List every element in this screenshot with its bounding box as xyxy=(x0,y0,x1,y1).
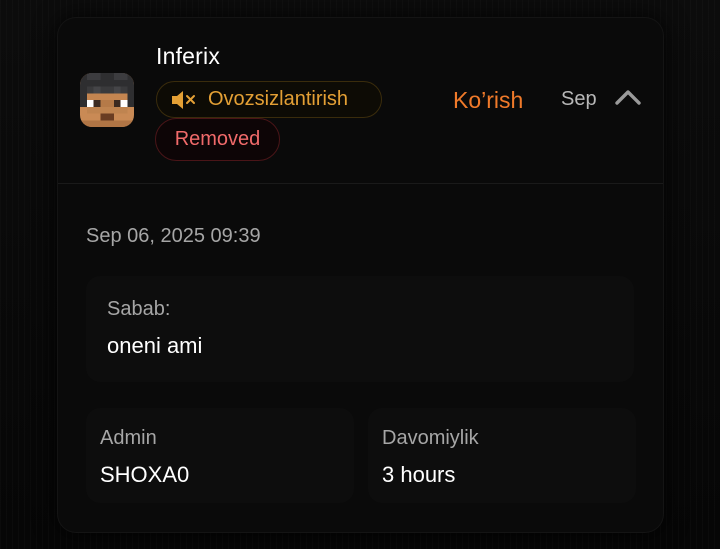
card-details: Sep 06, 2025 09:39 Sabab: oneni ami Admi… xyxy=(58,184,663,532)
player-avatar xyxy=(80,73,134,127)
punishment-card: Inferix Ovozsizlantirish Removed Ko’rish… xyxy=(58,18,663,532)
mute-type-badge: Ovozsizlantirish xyxy=(156,81,382,118)
reason-box: Sabab: oneni ami xyxy=(86,276,634,382)
player-name: Inferix xyxy=(156,43,221,69)
card-header[interactable]: Inferix Ovozsizlantirish Removed Ko’rish… xyxy=(58,18,663,184)
speaker-muted-icon xyxy=(172,90,195,109)
header-date: Sep xyxy=(561,88,597,110)
duration-label: Davomiylik xyxy=(382,427,479,449)
admin-box: Admin SHOXA0 xyxy=(86,408,354,503)
reason-label: Sabab: xyxy=(107,298,171,320)
reason-value: oneni ami xyxy=(107,333,203,358)
punishment-timestamp: Sep 06, 2025 09:39 xyxy=(86,225,261,247)
duration-value: 3 hours xyxy=(382,462,456,487)
mute-type-label: Ovozsizlantirish xyxy=(208,88,349,110)
player-head-image xyxy=(80,73,134,127)
duration-box: Davomiylik 3 hours xyxy=(368,408,636,503)
status-badge-label: Removed xyxy=(174,128,261,150)
status-badge: Removed xyxy=(155,118,280,161)
admin-label: Admin xyxy=(100,427,157,449)
chevron-up-icon[interactable] xyxy=(614,86,642,110)
admin-value: SHOXA0 xyxy=(100,462,190,487)
view-link[interactable]: Ko’rish xyxy=(453,87,523,114)
